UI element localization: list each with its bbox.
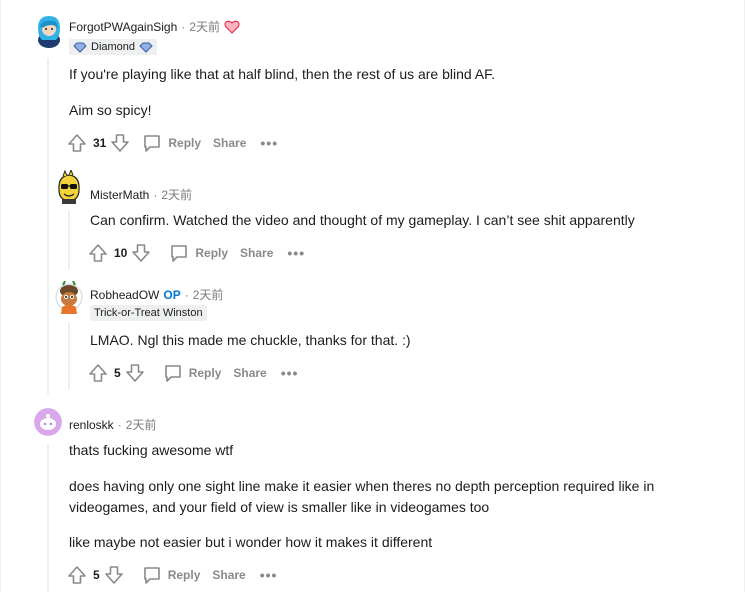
reply-button[interactable]: Reply [142,133,201,153]
comment-meta: MisterMath · 2天前 [90,186,192,203]
thread-line-comment-4[interactable] [47,444,49,592]
flair-text: Diamond [91,41,136,53]
upvote-icon[interactable] [67,133,87,153]
separator-dot: · [184,287,189,302]
reply-button[interactable]: Reply [136,565,201,585]
user-flair: Trick-or-Treat Winston [90,305,207,321]
share-button[interactable]: Share [233,366,266,380]
upvote-icon[interactable] [88,243,108,263]
comment-body: does having only one sight line make it … [69,478,655,515]
comment-thread: ForgotPWAgainSigh · 2天前 Diamond If you'r… [0,0,745,592]
reply-button[interactable]: Reply [157,363,222,383]
vote-count: 10 [114,246,128,260]
comment-bubble-icon [142,565,162,585]
comment-body: Aim so spicy! [69,102,152,118]
username[interactable]: MisterMath [90,188,149,202]
comment-actions: 31 Reply Share ••• [67,131,278,155]
thread-line-comment-1[interactable] [47,58,49,394]
comment-actions: 5 Reply Share ••• [67,563,277,587]
vote-count: 5 [93,568,100,582]
comment-actions: 5 Reply Share ••• [88,361,298,385]
upvote-icon[interactable] [88,363,108,383]
reply-label: Reply [195,246,229,260]
username[interactable]: ForgotPWAgainSigh [69,20,177,34]
reply-label: Reply [167,568,201,582]
more-options-button[interactable]: ••• [260,567,278,583]
separator-dot: · [117,417,122,432]
timestamp[interactable]: 2天前 [189,18,220,35]
more-options-button[interactable]: ••• [287,245,305,261]
timestamp[interactable]: 2天前 [161,186,192,203]
reply-label: Reply [168,136,202,150]
upvote-icon[interactable] [67,565,87,585]
comment-body: If you're playing like that at half blin… [69,66,496,82]
more-options-button[interactable]: ••• [260,135,278,151]
reply-button[interactable]: Reply [163,243,228,263]
comment-meta: RobheadOW OP · 2天前 [90,286,223,303]
vote-count: 31 [93,136,107,150]
heart-award-icon[interactable] [224,20,240,34]
comment-bubble-icon [163,363,183,383]
reply-label: Reply [188,366,222,380]
comment-body: thats fucking awesome wtf [69,442,234,458]
share-button[interactable]: Share [212,568,245,582]
avatar[interactable] [55,170,83,204]
comment-bubble-icon [169,243,189,263]
comment-actions: 10 Reply Share ••• [88,241,305,265]
comment-body: LMAO. Ngl this made me chuckle, thanks f… [90,332,411,348]
downvote-icon[interactable] [125,363,145,383]
flair-text: Trick-or-Treat Winston [94,307,203,319]
username[interactable]: renloskk [69,418,114,432]
separator-dot: · [153,187,158,202]
downvote-icon[interactable] [110,133,130,153]
username[interactable]: RobheadOW [90,288,159,302]
comment-meta: ForgotPWAgainSigh · 2天前 [69,18,240,35]
user-flair: Diamond [69,39,158,55]
more-options-button[interactable]: ••• [281,365,299,381]
timestamp[interactable]: 2天前 [193,286,224,303]
downvote-icon[interactable] [131,243,151,263]
avatar[interactable] [34,408,62,436]
timestamp[interactable]: 2天前 [126,416,157,433]
thread-line-comment-2[interactable] [68,210,70,270]
thread-line-comment-3[interactable] [68,322,70,390]
downvote-icon[interactable] [104,565,124,585]
share-button[interactable]: Share [240,246,273,260]
op-badge: OP [163,287,181,302]
comment-bubble-icon [142,133,162,153]
comment-body: Can confirm. Watched the video and thoug… [90,212,635,228]
comment-meta: renloskk · 2天前 [69,416,156,433]
avatar[interactable] [34,14,64,48]
vote-count: 5 [114,366,121,380]
avatar[interactable] [54,281,84,315]
comment-body: like maybe not easier but i wonder how i… [69,534,433,550]
diamond-icon [139,42,153,53]
diamond-icon [73,42,87,53]
share-button[interactable]: Share [213,136,246,150]
separator-dot: · [181,19,186,34]
